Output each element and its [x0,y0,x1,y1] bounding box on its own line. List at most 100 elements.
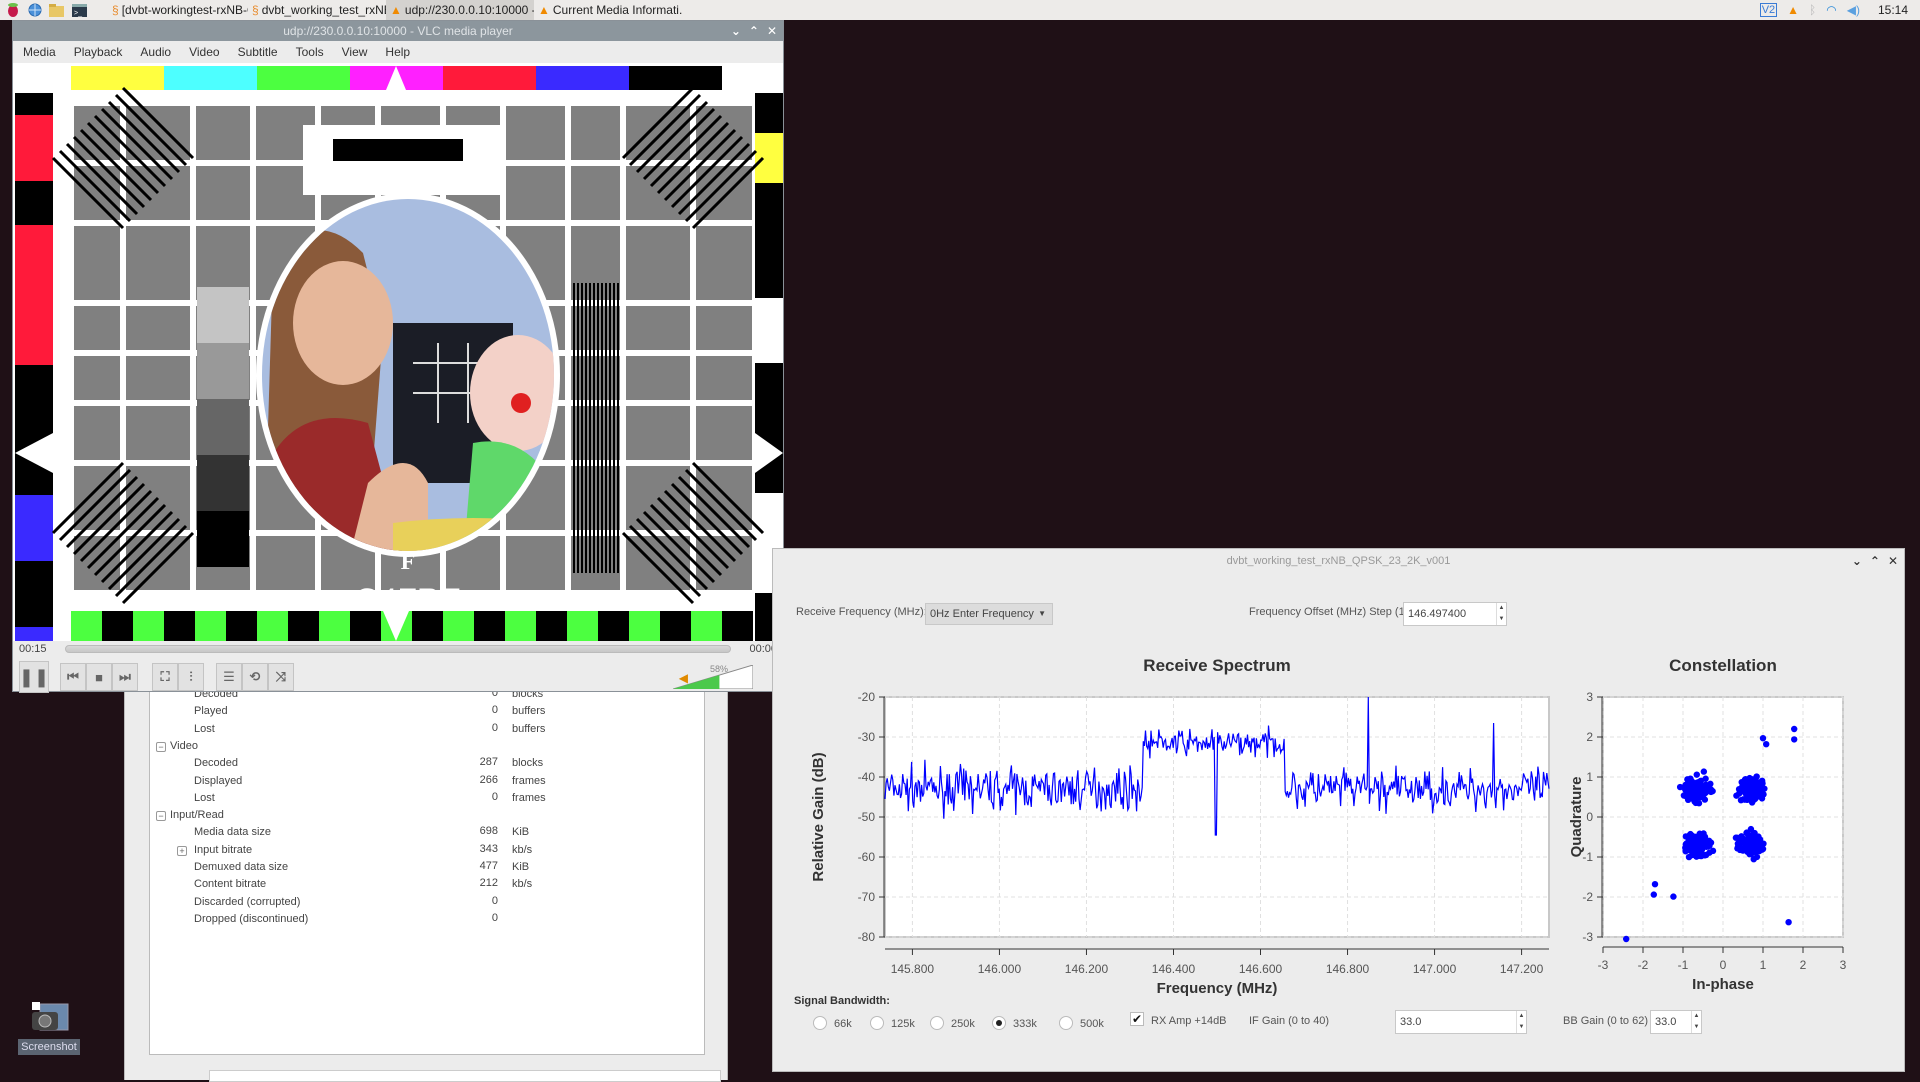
expand-icon[interactable]: + [177,845,187,856]
constellation-point [1752,778,1760,786]
pause-button[interactable]: ❚❚ [19,661,49,693]
bandwidth-option-label: 333k [1013,1018,1037,1030]
desktop-icon-screenshot[interactable]: Screenshot [18,1000,80,1055]
raspberry-menu-icon[interactable] [4,2,22,18]
info-label: Media data size [194,826,272,839]
gnuradio-icon: § [112,3,119,17]
if-gain-spinbox[interactable]: 33.0 ▲ ▼ [1395,1010,1527,1034]
x-tick-label: 146.000 [978,962,1022,976]
info-row: Media data size 698 KiB [150,824,706,841]
bluetooth-icon[interactable]: ᛒ [1809,3,1816,17]
close-icon[interactable]: ✕ [1888,549,1898,573]
next-button[interactable]: ⏭ [112,663,138,691]
info-row: Content bitrate 212 kb/s [150,876,706,893]
statistics-tree: Decoded 0 blocks Played 0 buffers Lost 0 buffers… [149,687,706,1055]
bottom-bar [505,611,536,641]
info-label: Demuxed data size [194,861,289,873]
info-value: 0 [491,704,498,717]
volume-slider[interactable] [673,665,753,689]
task-vlc-player[interactable]: ▲udp://230.0.0.10:10000 - ... [386,0,534,20]
receive-frequency-dropdown[interactable]: 0Hz Enter Frequency ▼ [925,603,1053,625]
frequency-offset-spinbox[interactable]: 146.497400 ▲ ▼ [1403,602,1507,626]
task-gnuradio-2[interactable]: §dvbt_working_test_rxNB... [248,0,386,20]
task-gnuradio-1[interactable]: §[dvbt-workingtest-rxNB-Q... [108,0,248,20]
bandwidth-radio-125k[interactable] [870,1016,884,1030]
grid-cell [126,356,190,400]
menu-playback[interactable]: Playback [74,45,123,59]
info-row: Played 0 buffers [150,703,706,720]
grid-cell [626,306,690,350]
file-manager-icon[interactable] [48,2,66,18]
menu-subtitle[interactable]: Subtitle [238,45,278,59]
x-tick-label: 2 [1800,958,1807,972]
collapse-icon[interactable]: − [156,811,166,822]
signal-bandwidth-label: Signal Bandwidth: [794,995,890,1007]
minimize-icon[interactable]: ⌄ [731,21,741,41]
info-unit: buffers [512,722,546,735]
menu-tools[interactable]: Tools [296,45,324,59]
vlc-titlebar[interactable]: udp://230.0.0.10:10000 - VLC media playe… [13,21,783,41]
bandwidth-radio-500k[interactable] [1059,1016,1073,1030]
grid-cell [126,306,190,350]
vnc-icon[interactable]: V2 [1759,3,1778,17]
task-media-info[interactable]: ▲ Current Media Informati... [534,0,682,20]
constellation-point [1690,840,1698,847]
constellation-point [1791,736,1798,743]
info-label: Input/Read [170,809,224,822]
info-unit: blocks [512,757,544,770]
wifi-icon[interactable]: ◠ [1826,3,1836,17]
bandwidth-radio-333k[interactable] [992,1016,1006,1030]
bandwidth-radio-250k[interactable] [930,1016,944,1030]
volume-icon[interactable]: ◀) [1847,3,1860,17]
test-card-letter: F [401,549,416,575]
info-value: 477 [479,860,498,872]
constellation-point [1746,774,1753,782]
constellation-point [1758,841,1765,848]
stop-button[interactable]: ■ [86,663,112,691]
grid-cell [256,536,315,590]
fullscreen-button[interactable]: ⛶ [152,663,178,691]
spin-arrows-icon[interactable]: ▲ ▼ [1691,1011,1701,1033]
info-label: Video [170,739,198,752]
shuffle-button[interactable]: ⤨ [268,663,294,691]
rx-amp-checkbox[interactable]: ✔ [1130,1012,1144,1026]
menu-media[interactable]: Media [23,45,56,59]
media-location-field[interactable] [209,1070,721,1082]
bb-gain-spinbox[interactable]: 33.0 ▲ ▼ [1650,1010,1702,1034]
menu-audio[interactable]: Audio [140,45,171,59]
checkmark-icon: ✔ [1131,1012,1143,1026]
minimize-icon[interactable]: ⌄ [1852,549,1862,573]
spin-arrows-icon[interactable]: ▲ ▼ [1516,1011,1526,1033]
close-icon[interactable]: ✕ [767,21,777,41]
extended-settings-button[interactable]: ⫶ [178,663,204,691]
previous-button[interactable]: ⏮ [60,663,86,691]
vlc-tray-icon[interactable]: ▲ [1787,3,1799,17]
gnuradio-titlebar[interactable]: dvbt_working_test_rxNB_QPSK_23_2K_v001 ⌄… [773,549,1904,573]
grid-cell [571,106,620,160]
constellation-point [1747,839,1754,847]
bandwidth-radio-66k[interactable] [813,1016,827,1030]
constellation-point [1763,741,1770,748]
info-value: 343 [479,842,498,855]
constellation-point [1756,846,1763,854]
constellation-chart: Constellation-3-3-2-2-1-100112233In-phas… [1568,656,1847,993]
y-tick-label: 0 [1586,810,1593,824]
menu-view[interactable]: View [342,45,368,59]
spin-arrows-icon[interactable]: ▲ ▼ [1496,603,1506,625]
menu-help[interactable]: Help [385,45,410,59]
menu-video[interactable]: Video [189,45,219,59]
collapse-icon[interactable]: − [156,741,166,752]
terminal-icon[interactable]: >_ [70,2,88,18]
maximize-icon[interactable]: ⌃ [1870,549,1880,573]
web-browser-icon[interactable] [26,2,44,18]
clock[interactable]: 15:14 [1878,3,1908,17]
video-area[interactable]: G4FRE F [13,63,783,641]
constellation-point [1691,798,1698,805]
loop-button[interactable]: ⟲ [242,663,268,691]
seek-bar[interactable] [65,645,731,653]
maximize-icon[interactable]: ⌃ [749,21,759,41]
stop-icon: ■ [95,669,103,685]
y-tick-label: -30 [858,730,876,744]
grid-cell [696,406,752,460]
playlist-button[interactable]: ☰ [216,663,242,691]
